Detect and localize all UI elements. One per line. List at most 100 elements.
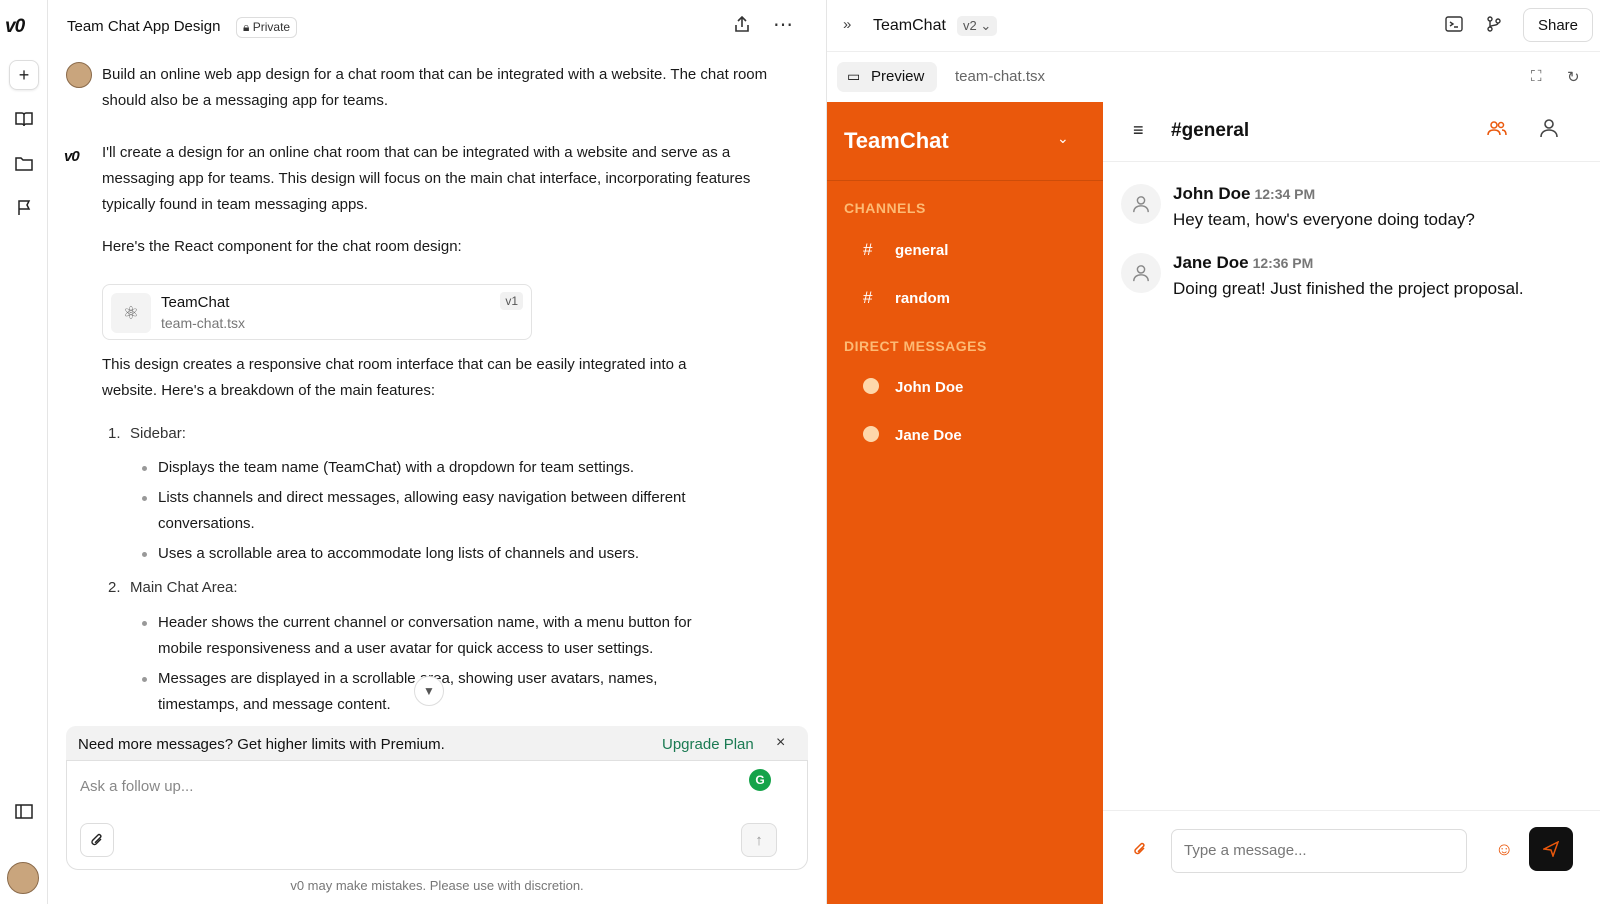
- project-name: TeamChat: [873, 17, 946, 34]
- send-arrow-icon[interactable]: ↑: [741, 823, 777, 857]
- preview-panel: » TeamChat v2 ⌄ Share ▭ Preview team-chat…: [826, 0, 1600, 904]
- section-number: 1.: [108, 425, 121, 442]
- user-icon: [863, 426, 879, 442]
- refresh-icon[interactable]: ↻: [1567, 68, 1580, 86]
- avatar-icon: [1121, 184, 1161, 224]
- team-dropdown-icon[interactable]: ⌄: [1057, 130, 1069, 147]
- author-name: John Doe: [1173, 184, 1251, 203]
- user-avatar-icon[interactable]: [1539, 118, 1559, 144]
- user-prompt: Build an online web app design for a cha…: [102, 66, 768, 109]
- lock-icon: 🔒︎: [243, 20, 250, 34]
- users-icon[interactable]: [1487, 120, 1507, 141]
- artifact-version: v1: [500, 292, 523, 310]
- dm-heading: DIRECT MESSAGES: [844, 338, 987, 354]
- chat-panel: Team Chat App Design 🔒︎ Private ⋯ Build …: [48, 0, 826, 904]
- channel-header: ≡ #general: [1103, 102, 1600, 162]
- message-list: Build an online web app design for a cha…: [48, 56, 826, 716]
- privacy-badge[interactable]: 🔒︎ Private: [236, 17, 298, 38]
- bullet-icon: [142, 466, 147, 471]
- bullet-icon: [142, 621, 147, 626]
- preview-toolbar: » TeamChat v2 ⌄ Share: [827, 0, 1600, 52]
- sidebar-toggle-icon[interactable]: [9, 796, 39, 826]
- message-text: Hey team, how's everyone doing today?: [1173, 210, 1475, 229]
- bullet-icon: [142, 552, 147, 557]
- message-author: Jane Doe 12:36 PM: [1173, 253, 1313, 273]
- tab-code-file[interactable]: team-chat.tsx: [955, 68, 1045, 85]
- channel-item-general[interactable]: # general: [863, 240, 948, 260]
- channel-label: random: [895, 290, 951, 307]
- preview-tabs: ▭ Preview team-chat.tsx ⛶ ↻: [827, 52, 1600, 102]
- list-item: Header shows the current channel or conv…: [142, 610, 728, 662]
- left-rail: v0 +: [0, 0, 48, 904]
- new-chat-icon[interactable]: +: [9, 60, 39, 90]
- list-item-text: Displays the team name (TeamChat) with a…: [158, 459, 635, 476]
- dm-item-john-doe[interactable]: John Doe: [863, 378, 963, 396]
- list-item-text: Header shows the current channel or conv…: [158, 614, 692, 657]
- close-icon[interactable]: ×: [776, 734, 785, 752]
- version-select[interactable]: v2 ⌄: [957, 16, 998, 36]
- bullet-icon: [142, 496, 147, 501]
- grammarly-icon[interactable]: G: [749, 769, 771, 791]
- composer: Ask a follow up... G ↑: [66, 760, 808, 870]
- book-icon[interactable]: [9, 104, 39, 134]
- version-label: v2: [963, 18, 977, 33]
- user-icon: [863, 378, 879, 394]
- chat-message: John Doe 12:34 PM Hey team, how's everyon…: [1103, 184, 1600, 244]
- bullet-icon: [142, 677, 147, 682]
- dm-label: Jane Doe: [895, 427, 962, 444]
- chevron-down-icon: ⌄: [980, 18, 992, 33]
- tab-preview[interactable]: ▭ Preview: [837, 62, 937, 92]
- tab-preview-label: Preview: [871, 68, 925, 85]
- message-composer: Type a message... ☺: [1103, 810, 1600, 904]
- hash-icon: #: [863, 240, 873, 259]
- artifact-card[interactable]: ⚛ TeamChat team-chat.tsx v1: [102, 284, 532, 340]
- message-author: John Doe 12:34 PM: [1173, 184, 1315, 204]
- section-title: Sidebar:: [130, 425, 186, 442]
- artifact-name: TeamChat: [161, 294, 230, 311]
- dm-item-jane-doe[interactable]: Jane Doe: [863, 426, 962, 444]
- share-button[interactable]: Share: [1523, 8, 1593, 42]
- teamchat-main: ≡ #general John Doe 12:34 PM Hey team, ho…: [1103, 102, 1600, 904]
- chat-header: Team Chat App Design 🔒︎ Private ⋯: [48, 0, 826, 54]
- flag-icon[interactable]: [9, 192, 39, 222]
- folder-icon[interactable]: [9, 148, 39, 178]
- chat-title[interactable]: Team Chat App Design: [67, 18, 220, 35]
- attach-icon[interactable]: [1133, 841, 1147, 862]
- emoji-icon[interactable]: ☺: [1495, 839, 1513, 860]
- channels-heading: CHANNELS: [844, 200, 926, 216]
- window-icon: ▭: [847, 68, 861, 84]
- fullscreen-icon[interactable]: ⛶: [1531, 68, 1542, 85]
- share-icon[interactable]: [734, 15, 750, 37]
- upgrade-plan-link[interactable]: Upgrade Plan: [662, 736, 754, 753]
- section-number: 2.: [108, 579, 121, 596]
- channel-item-random[interactable]: # random: [863, 288, 950, 308]
- section-title: Main Chat Area:: [130, 579, 238, 596]
- artifact-file: team-chat.tsx: [161, 315, 246, 331]
- reply-summary: This design creates a responsive chat ro…: [102, 356, 687, 399]
- git-branch-icon[interactable]: [1487, 16, 1501, 37]
- v0-reply-icon: v0: [64, 148, 80, 165]
- list-item-text: Lists channels and direct messages, allo…: [158, 489, 686, 532]
- terminal-icon[interactable]: [1445, 16, 1463, 37]
- message-input[interactable]: Type a message...: [1171, 829, 1467, 873]
- teamchat-sidebar: TeamChat ⌄ CHANNELS # general # random DIR…: [827, 102, 1103, 904]
- list-item: Uses a scrollable area to accommodate lo…: [142, 541, 758, 567]
- reply-lead: Here's the React component for the chat …: [102, 238, 462, 255]
- message-time: 12:34 PM: [1254, 186, 1316, 202]
- v0-logo[interactable]: v0: [5, 16, 25, 38]
- user-message-avatar: [66, 62, 92, 88]
- menu-icon[interactable]: ≡: [1133, 120, 1144, 141]
- scroll-down-icon[interactable]: ▼: [414, 676, 444, 706]
- message-text: Doing great! Just finished the project p…: [1173, 279, 1524, 298]
- reply-intro: I'll create a design for an online chat …: [102, 144, 751, 213]
- list-item-text: Messages are displayed in a scrollable a…: [158, 670, 658, 713]
- team-name: TeamChat: [844, 128, 949, 153]
- follow-up-input[interactable]: Ask a follow up...: [80, 778, 193, 795]
- list-item-text: Uses a scrollable area to accommodate lo…: [158, 545, 640, 562]
- attach-icon[interactable]: [80, 823, 114, 857]
- disclaimer: v0 may make mistakes. Please use with di…: [290, 878, 584, 893]
- more-options-icon[interactable]: ⋯: [773, 12, 793, 37]
- user-avatar[interactable]: [7, 862, 39, 894]
- collapse-chevron-icon[interactable]: »: [843, 16, 851, 33]
- send-button[interactable]: [1529, 827, 1573, 871]
